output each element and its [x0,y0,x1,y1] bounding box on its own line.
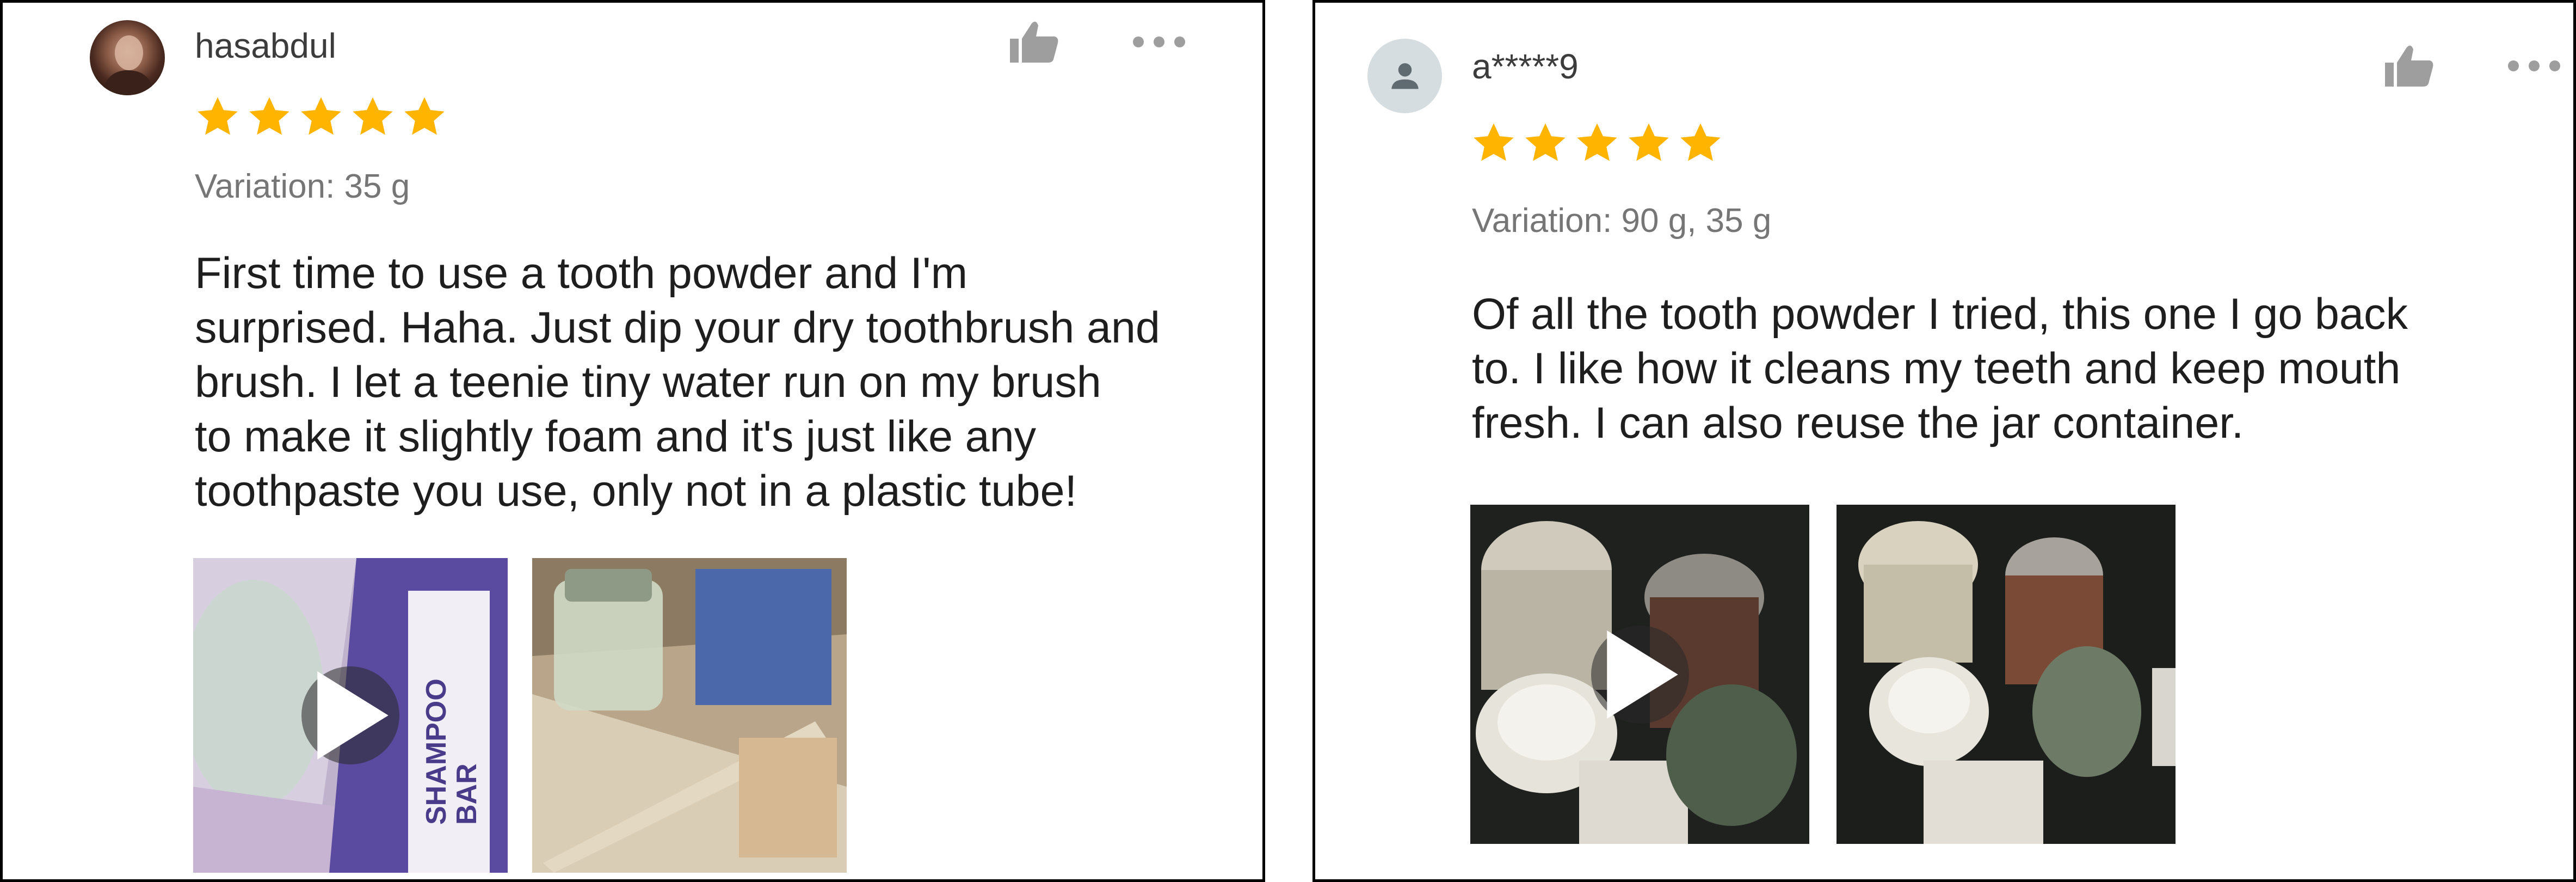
more-options-button[interactable] [2504,39,2564,93]
star-icon [353,97,393,135]
review-card: a*****9 Variation: 90 g, 35 g Of all the… [1312,0,2576,882]
review-text-line: fresh. I can also reuse the jar containe… [1472,399,2244,448]
review-text-line: toothpaste you use, only not in a plasti… [195,467,1077,516]
avatar[interactable] [90,20,165,95]
variation-label: Variation: 90 g, 35 g [1472,202,1772,240]
review-text-line: Of all the tooth powder I tried, this on… [1472,290,2408,339]
avatar[interactable] [1367,39,1442,113]
thumbs-up-icon [2385,45,2433,87]
like-button[interactable] [1004,15,1064,69]
review-photo-thumbnail[interactable] [1837,505,2176,844]
star-icon [1474,123,1514,161]
reviewer-username[interactable]: a*****9 [1472,46,1579,87]
star-icon [1680,123,1721,161]
product-label-line: SHAMPOO [421,678,452,825]
star-icon [1629,123,1669,161]
review-card: hasabdul Variation: 35 g First time to u… [0,0,1265,882]
star-rating [193,93,449,142]
review-photo-thumbnail[interactable] [532,558,847,873]
variation-label: Variation: 35 g [195,168,410,205]
more-options-icon [2508,60,2560,71]
star-icon [1525,123,1566,161]
play-icon [1606,630,1678,719]
review-text-line: First time to use a tooth powder and I'm [195,249,968,298]
review-text-line: brush. I let a teenie tiny water run on … [195,358,1101,407]
star-rating [1469,119,1725,168]
person-icon [1391,63,1419,89]
review-text: Of all the tooth powder I tried, this on… [1472,287,2408,450]
play-button[interactable] [301,666,399,764]
thumbs-up-icon [1010,21,1058,63]
star-icon [198,97,238,135]
reviewer-username[interactable]: hasabdul [195,26,336,66]
review-text-line: surprised. Haha. Just dip your dry tooth… [195,303,1160,352]
star-icon [301,97,341,135]
star-icon [249,97,289,135]
review-text-line: to. I like how it cleans my teeth and ke… [1472,344,2401,393]
play-icon [317,671,389,759]
review-video-thumbnail[interactable]: SHAMPOO BAR [193,558,508,873]
star-icon [404,97,445,135]
review-text-line: to make it slightly foam and it's just l… [195,412,1037,461]
like-button[interactable] [2379,39,2439,93]
star-icon [1577,123,1617,161]
play-button[interactable] [1591,625,1689,724]
review-video-thumbnail[interactable] [1470,505,1809,844]
review-text: First time to use a tooth powder and I'm… [195,246,1160,518]
more-options-icon [1133,36,1185,47]
more-options-button[interactable] [1129,15,1189,69]
product-label-line: BAR [451,763,483,825]
